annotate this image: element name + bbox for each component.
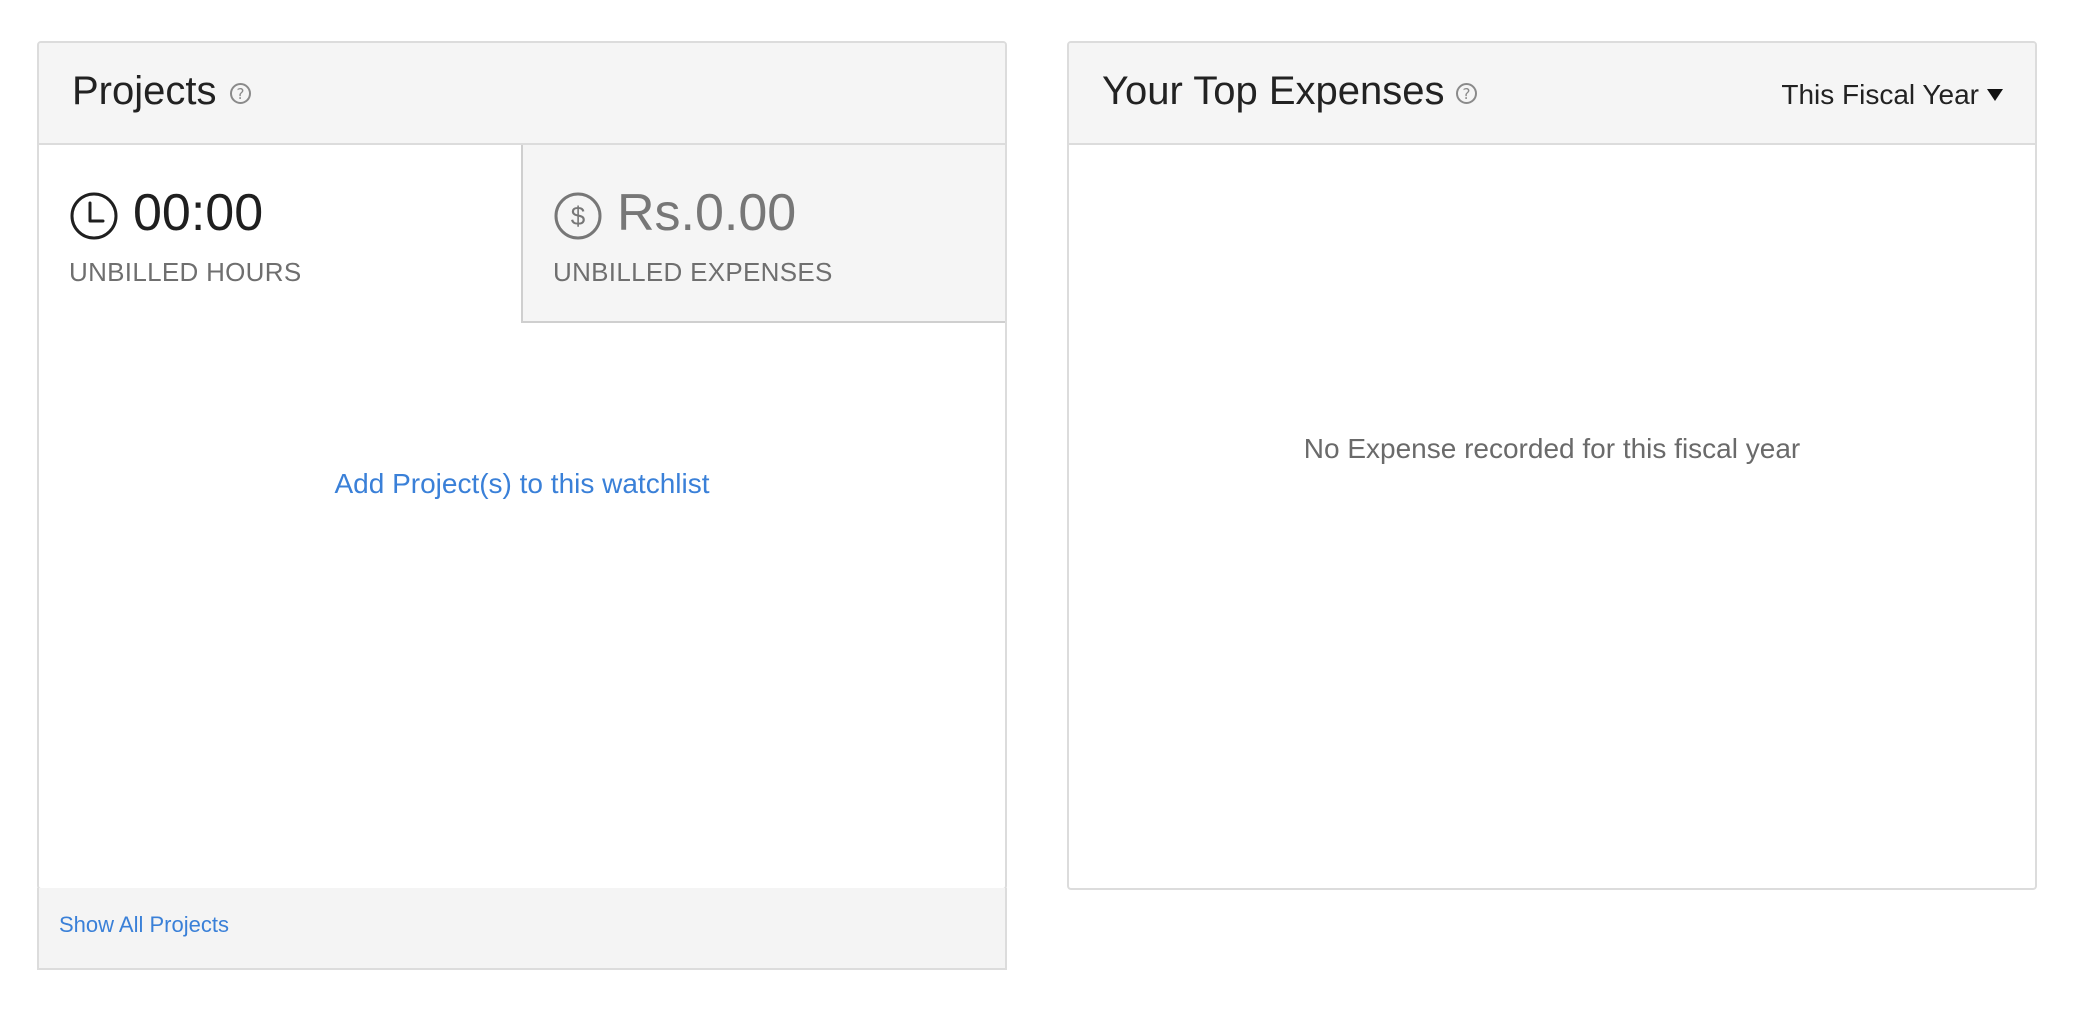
dollar-circle-icon: $ [554, 192, 602, 240]
question-circle-icon[interactable]: ? [1456, 83, 1477, 104]
expenses-title: Your Top Expenses [1102, 69, 1445, 113]
clock-icon [70, 192, 118, 240]
unbilled-hours-tile[interactable]: 00:00 UNBILLED HOURS [39, 145, 523, 323]
unbilled-expenses-tile[interactable]: $ Rs.0.00 UNBILLED EXPENSES [523, 145, 1005, 323]
empty-state-message: No Expense recorded for this fiscal year [1303, 433, 1801, 464]
period-dropdown-label: This Fiscal Year [1781, 79, 1979, 110]
dashboard-page: Projects ? 00:00 UNBILLED HOURS $ Rs.0.0… [0, 0, 2078, 1030]
projects-header: Projects ? [39, 43, 1005, 145]
expenses-header: Your Top Expenses ? This Fiscal Year [1069, 43, 2035, 145]
unbilled-hours-value: 00:00 [133, 184, 264, 242]
projects-footer: Show All Projects [37, 888, 1007, 970]
projects-widget: Projects ? 00:00 UNBILLED HOURS $ Rs.0.0… [37, 41, 1007, 890]
unbilled-hours-label: UNBILLED HOURS [69, 257, 302, 287]
svg-text:$: $ [571, 201, 586, 231]
unbilled-expenses-label: UNBILLED EXPENSES [553, 257, 833, 287]
period-dropdown[interactable]: This Fiscal Year [1781, 79, 2003, 111]
add-projects-link[interactable]: Add Project(s) to this watchlist [39, 468, 1005, 500]
question-circle-icon[interactable]: ? [230, 83, 251, 104]
top-expenses-widget: Your Top Expenses ? This Fiscal Year No … [1067, 41, 2037, 890]
show-all-projects-link[interactable]: Show All Projects [59, 912, 229, 938]
caret-down-icon [1987, 88, 2003, 101]
projects-title: Projects [72, 69, 217, 113]
unbilled-expenses-value: Rs.0.00 [617, 184, 797, 242]
